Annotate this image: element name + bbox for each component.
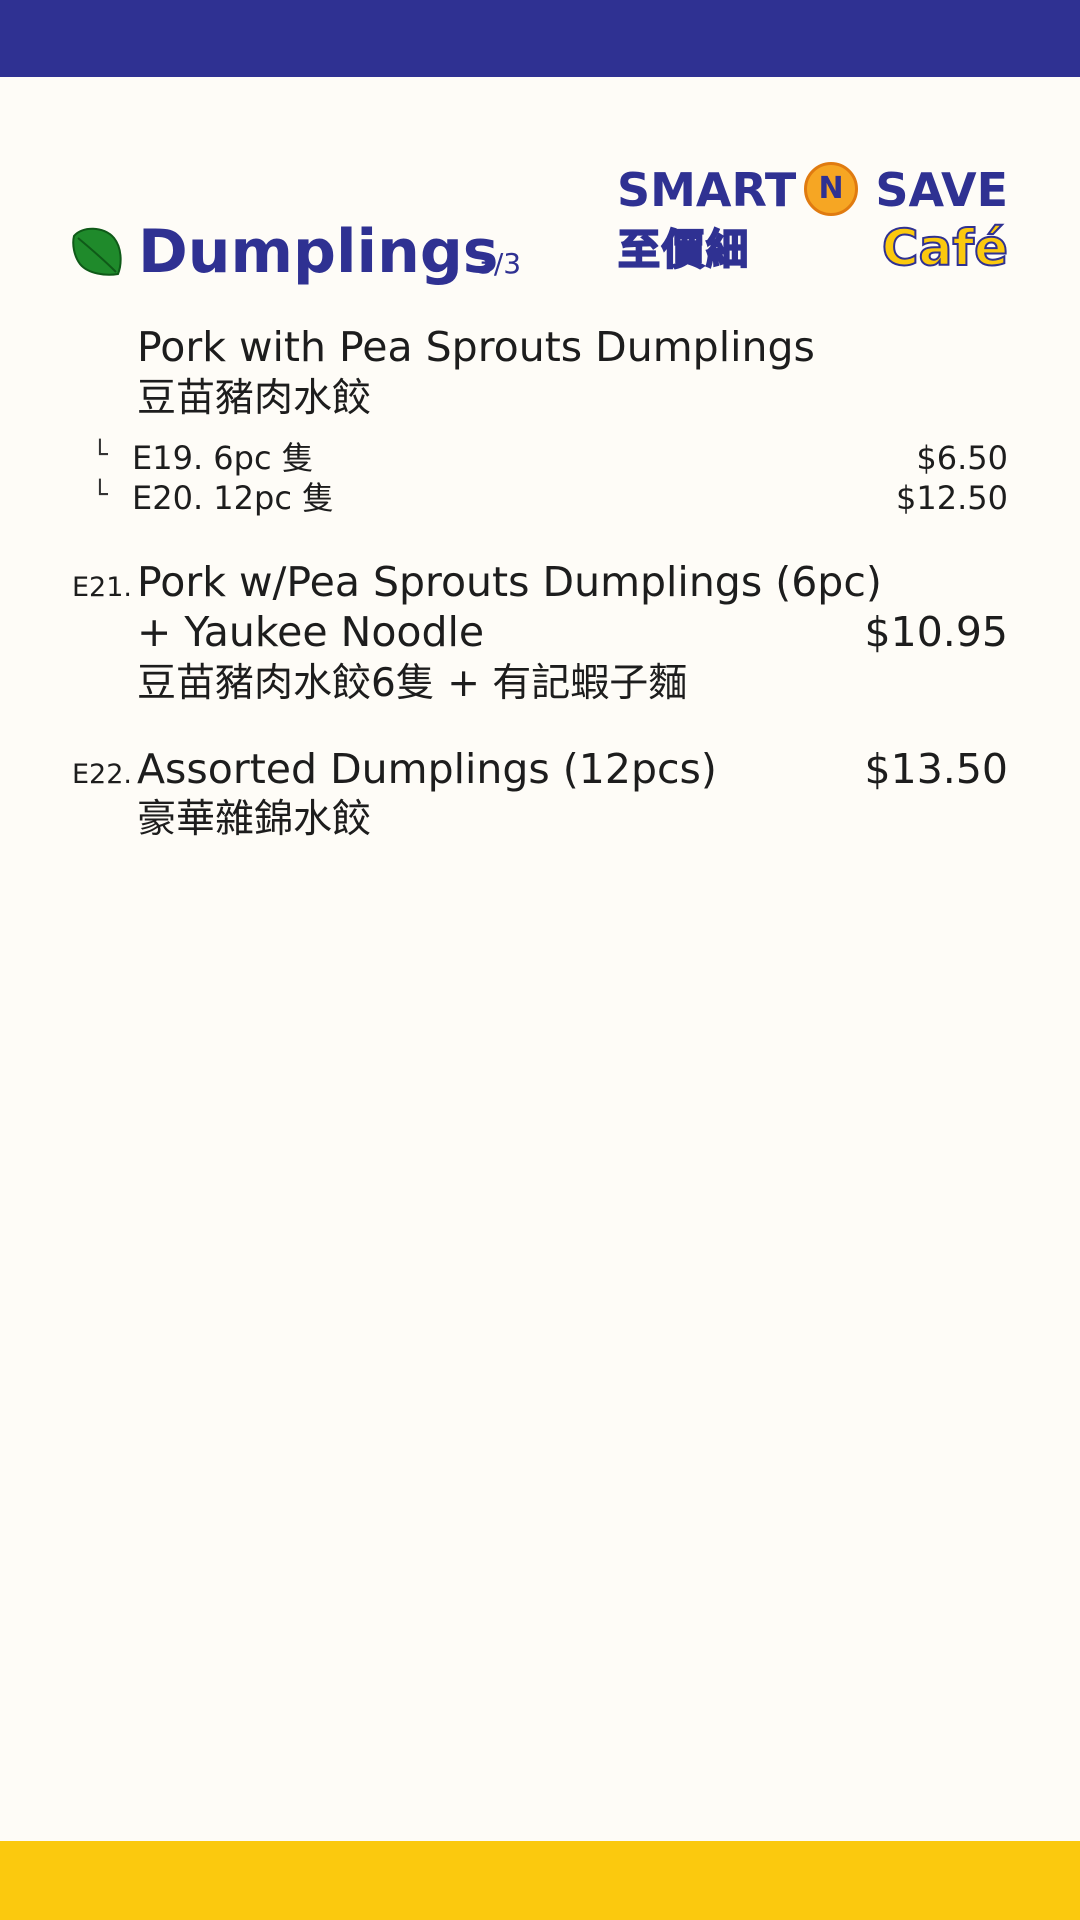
option-branch-icon: └ (92, 440, 108, 470)
section-title: Dumplings (138, 217, 499, 287)
logo-wordmark: SMART N SAVE (616, 162, 1008, 218)
logo-badge-letter: N (818, 171, 844, 206)
smart-n-save-cafe-logo: SMART N SAVE 至價細 Café (616, 162, 1009, 280)
option-branch-icon: └ (92, 480, 108, 510)
option-price: $12.50 (896, 479, 1008, 517)
logo-cafe: Café (881, 219, 1009, 277)
logo-chinese-name: 至價細 (617, 224, 751, 275)
item-name-chinese: 豪華雜錦水餃 (137, 797, 372, 842)
leaf-icon (72, 227, 122, 276)
section-page-indicator: 3/3 (476, 247, 522, 280)
logo-n-badge-icon: N (804, 162, 858, 216)
item-price: $10.95 (864, 608, 1008, 656)
top-banner (0, 0, 1080, 77)
option-label: E20. 12pc 隻 (132, 479, 335, 517)
bottom-banner (0, 1841, 1080, 1920)
item-name-line2: + Yaukee Noodle (137, 608, 485, 656)
item-code: E22. (72, 759, 132, 790)
item-name-chinese: 豆苗豬肉水餃 (137, 376, 372, 421)
item-name-line1: Pork w/Pea Sprouts Dumplings (6pc) (137, 558, 882, 606)
item-name: Assorted Dumplings (12pcs) (137, 745, 717, 793)
item-code: E21. (72, 572, 132, 603)
item-name-chinese: 豆苗豬肉水餃6隻 + 有記蝦子麵 (137, 661, 688, 706)
item-name: Pork with Pea Sprouts Dumplings (137, 323, 815, 371)
item-price: $13.50 (864, 745, 1008, 793)
option-price: $6.50 (916, 439, 1008, 477)
logo-word-smart: SMART (617, 163, 797, 217)
option-label: E19. 6pc 隻 (132, 439, 314, 477)
logo-word-save: SAVE (875, 163, 1008, 217)
